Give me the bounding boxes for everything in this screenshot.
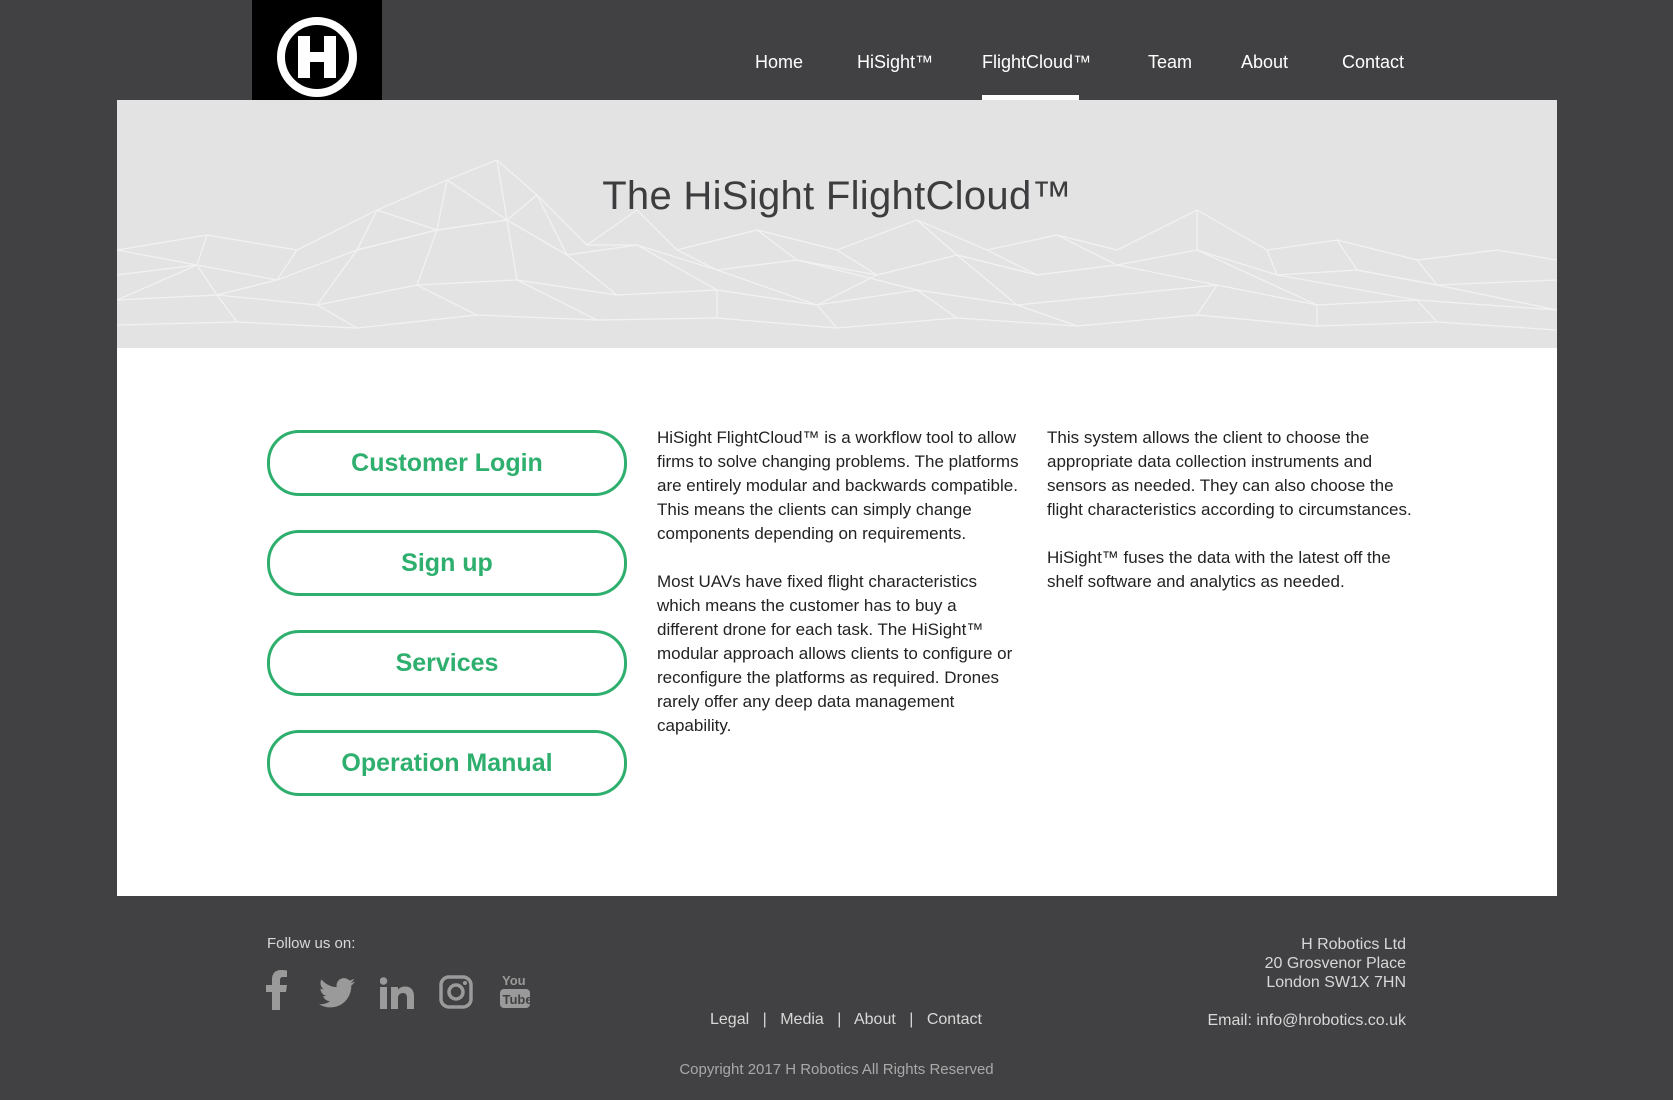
- paragraph: HiSight FlightCloud™ is a workflow tool …: [657, 428, 1019, 543]
- separator: |: [909, 1011, 914, 1028]
- footer-link-legal[interactable]: Legal: [710, 1011, 749, 1028]
- page-title: The HiSight FlightCloud™: [602, 174, 1072, 218]
- contact-email[interactable]: Email: info@hrobotics.co.uk: [1207, 1012, 1406, 1030]
- facebook-icon[interactable]: [266, 970, 288, 1010]
- linkedin-icon[interactable]: [380, 973, 414, 1013]
- content-column-1: HiSight FlightCloud™ is a workflow tool …: [657, 426, 1022, 762]
- youtube-icon[interactable]: You Tube: [500, 970, 530, 1010]
- nav-contact[interactable]: Contact: [1342, 52, 1404, 73]
- nav-team[interactable]: Team: [1148, 52, 1192, 73]
- company-name: H Robotics Ltd: [1301, 936, 1406, 953]
- sign-up-button[interactable]: Sign up: [267, 530, 627, 596]
- svg-text:You: You: [502, 973, 526, 988]
- nav-home[interactable]: Home: [755, 52, 803, 73]
- main-panel: The HiSight FlightCloud™ Customer Login …: [117, 100, 1557, 896]
- follow-label: Follow us on:: [267, 935, 356, 952]
- address-line: 20 Grosvenor Place: [1264, 955, 1406, 972]
- instagram-icon[interactable]: [439, 972, 473, 1012]
- hero-banner: The HiSight FlightCloud™: [117, 100, 1557, 348]
- paragraph: HiSight™ fuses the data with the latest …: [1047, 548, 1391, 591]
- paragraph: This system allows the client to choose …: [1047, 428, 1412, 519]
- nav-flightcloud[interactable]: FlightCloud™: [982, 52, 1091, 100]
- paragraph: Most UAVs have fixed flight characterist…: [657, 572, 1013, 735]
- separator: |: [837, 1011, 842, 1028]
- footer-link-about[interactable]: About: [854, 1011, 896, 1028]
- nav-hisight[interactable]: HiSight™: [857, 52, 933, 73]
- operation-manual-button[interactable]: Operation Manual: [267, 730, 627, 796]
- nav-about[interactable]: About: [1241, 52, 1288, 73]
- content-column-2: This system allows the client to choose …: [1047, 426, 1412, 618]
- address-line: London SW1X 7HN: [1266, 974, 1406, 991]
- twitter-icon[interactable]: [319, 973, 355, 1013]
- wireframe-terrain-graphic: [117, 159, 1557, 331]
- customer-login-button[interactable]: Customer Login: [267, 430, 627, 496]
- main-nav: Home HiSight™ FlightCloud™ Team About Co…: [0, 52, 1673, 100]
- separator: |: [762, 1011, 767, 1028]
- svg-text:Tube: Tube: [503, 992, 531, 1007]
- copyright: Copyright 2017 H Robotics All Rights Res…: [679, 1061, 994, 1078]
- footer-link-media[interactable]: Media: [780, 1011, 824, 1028]
- company-address: H Robotics Ltd 20 Grosvenor Place London…: [1265, 935, 1406, 992]
- footer-link-contact[interactable]: Contact: [927, 1011, 982, 1028]
- footer-links: Legal | Media | About | Contact: [710, 1011, 982, 1029]
- services-button[interactable]: Services: [267, 630, 627, 696]
